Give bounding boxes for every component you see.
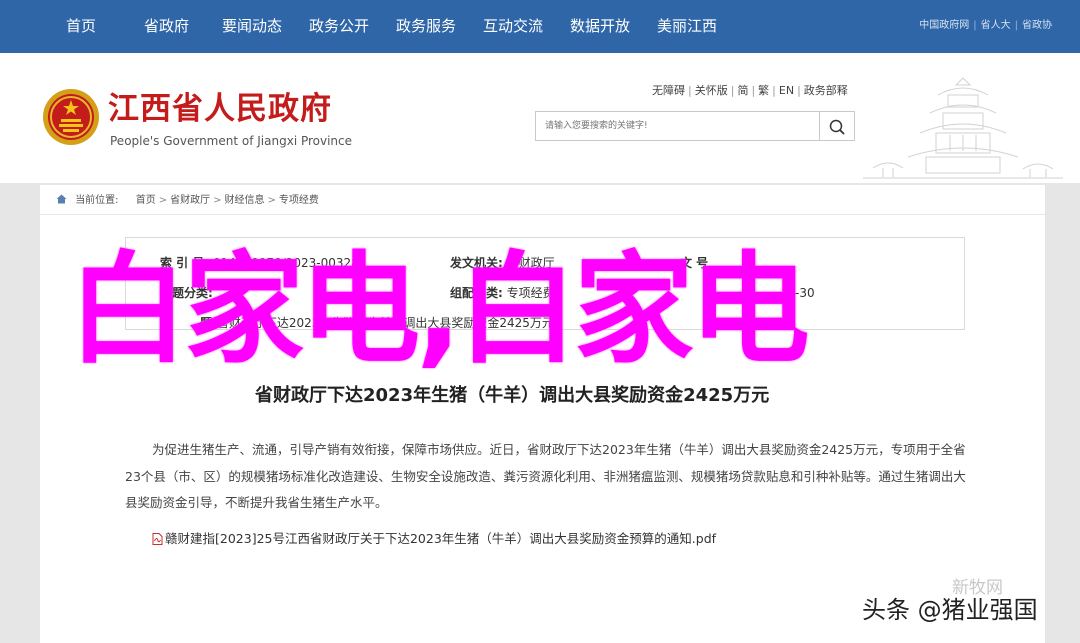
divider (40, 214, 1045, 215)
nav-item-province-gov[interactable]: 省政府 (144, 16, 189, 36)
nav-item-gov-affairs-public[interactable]: 政务公开 (309, 16, 369, 36)
link-china-gov[interactable]: 中国政府网 (919, 19, 969, 33)
nav-item-beautiful-jiangxi[interactable]: 美丽江西 (657, 16, 717, 36)
breadcrumb-finance-dept[interactable]: 省财政厅 (170, 195, 210, 206)
national-emblem-icon (43, 89, 99, 145)
site-subtitle: People's Government of Jiangxi Province (110, 134, 353, 148)
watermark-author: 头条 @猪业强国 (862, 596, 1038, 624)
link-cppcc[interactable]: 省政协 (1022, 19, 1052, 33)
link-english[interactable]: EN (779, 84, 794, 97)
search-input[interactable] (536, 112, 819, 140)
search-icon (829, 119, 845, 135)
nav-item-open-data[interactable]: 数据开放 (570, 16, 630, 36)
article-body: 为促进生猪生产、流通，引导产销有效衔接，保障市场供应。近日，省财政厅下达2023… (125, 442, 966, 510)
nav-item-interaction[interactable]: 互动交流 (483, 16, 543, 36)
attachment-link[interactable]: 赣财建指[2023]25号江西省财政厅关于下达2023年生猪（牛羊）调出大县奖励… (152, 531, 716, 547)
link-gov-accounts[interactable]: 政务部释 (804, 84, 848, 97)
home-icon (56, 194, 67, 204)
link-traditional[interactable]: 繁 (758, 84, 769, 97)
top-nav-bar: 首页 省政府 要闻动态 政务公开 政务服务 互动交流 数据开放 美丽江西 中国政… (0, 0, 1080, 53)
breadcrumb-finance-info[interactable]: 财经信息 (225, 195, 265, 206)
site-header: 江西省人民政府 People's Government of Jiangxi P… (0, 53, 1080, 183)
link-npc[interactable]: 省人大 (981, 19, 1011, 33)
top-links: 中国政府网 | 省人大 | 省政协 (919, 19, 1052, 33)
breadcrumb-special-funds[interactable]: 专项经费 (279, 195, 319, 206)
article-title: 省财政厅下达2023年生猪（牛羊）调出大县奖励资金2425万元 (255, 385, 770, 406)
attachment-filename[interactable]: 赣财建指[2023]25号江西省财政厅关于下达2023年生猪（牛羊）调出大县奖励… (165, 531, 716, 546)
link-simplified[interactable]: 简 (737, 84, 748, 97)
nav-item-home[interactable]: 首页 (66, 16, 96, 36)
link-accessibility[interactable]: 无障碍 (652, 84, 685, 97)
breadcrumb: 当前位置: 首页 > 省财政厅 > 财经信息 > 专项经费 (56, 194, 319, 208)
nav-item-news[interactable]: 要闻动态 (222, 16, 282, 36)
pdf-icon (152, 533, 163, 545)
utility-links: 无障碍 | 关怀版 | 简 | 繁 | EN | 政务部释 (652, 84, 848, 97)
breadcrumb-label: 当前位置: (75, 195, 119, 206)
overlay-headline: 白家电,白家电 (68, 241, 810, 380)
pavilion-illustration (863, 77, 1063, 179)
nav-item-gov-services[interactable]: 政务服务 (396, 16, 456, 36)
search-button[interactable] (820, 111, 855, 141)
link-elderly-mode[interactable]: 关怀版 (695, 84, 728, 97)
breadcrumb-home[interactable]: 首页 (136, 195, 156, 206)
search-box (535, 111, 820, 141)
site-title[interactable]: 江西省人民政府 (108, 91, 332, 127)
